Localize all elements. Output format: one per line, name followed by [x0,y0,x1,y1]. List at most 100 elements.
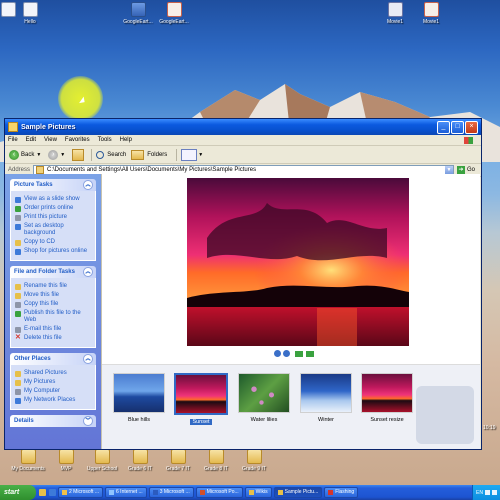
task-rename-file[interactable]: Rename this file [15,283,91,290]
task-copy-to-cd[interactable]: Copy to CD [15,239,91,246]
taskbar-item-wikis[interactable]: Wikis [244,487,272,498]
file-folder-tasks-header[interactable]: File and Folder Tasks ︽ [10,266,96,278]
thumbnail-sunset-resize[interactable]: Sunset resize [358,373,416,423]
network-places-icon [15,397,21,404]
collapse-chevron-icon[interactable]: ︽ [83,354,93,364]
printer-icon [15,214,21,221]
folder-icon [58,449,74,464]
move-icon [15,292,21,299]
picture-tasks-header[interactable]: Picture Tasks ︽ [10,179,96,191]
views-button[interactable]: ▼ [181,148,205,161]
close-button[interactable]: × [465,120,478,134]
search-button[interactable]: Search [96,150,126,159]
place-my-pictures[interactable]: My Pictures [15,379,91,386]
chevron-down-icon: ▼ [198,151,204,158]
maximize-button[interactable]: □ [451,120,464,134]
place-my-network-places[interactable]: My Network Places [15,397,91,404]
folder-icon [248,490,254,495]
chevron-down-icon: ▼ [60,151,66,158]
taskbar-item-microsoft[interactable]: 2 Microsoft ... [58,487,104,498]
folders-icon [131,149,145,160]
taskbar-item-powerpoint[interactable]: Microsoft Po... [195,487,243,498]
collapse-chevron-icon[interactable]: ︽ [83,180,93,190]
menu-edit[interactable]: Edit [26,137,36,143]
menu-view[interactable]: View [44,137,57,143]
my-documents-icon [20,449,36,464]
other-places-header[interactable]: Other Places ︽ [10,353,96,365]
taskbar-item-sample-pictures[interactable]: Sample Pictu... [273,487,323,498]
place-my-computer[interactable]: My Computer [15,388,91,395]
powerpoint-icon [199,490,205,495]
folder-icon [277,490,283,495]
task-email-file[interactable]: E-mail this file [15,326,91,333]
browser-icon [109,490,115,495]
explorer-window: Sample Pictures _ □ × File Edit View Fav… [4,118,482,450]
desktop-icon-grade-9-it[interactable]: Grade 9 IT [232,449,276,472]
taskbar-item-flashing[interactable]: Flashing [324,487,359,498]
sunset-preview-image[interactable] [187,178,409,346]
file-folder-tasks-panel: File and Folder Tasks ︽ Rename this file… [10,266,96,348]
up-folder-button[interactable] [72,148,85,161]
desktop-icon-movie1-pdf[interactable]: Movie1 [409,2,453,25]
app-icon [62,490,67,495]
thumbnail-image [238,373,290,413]
task-pane: Picture Tasks ︽ View as a slide show Ord… [5,174,101,449]
thumbnail-image [174,373,228,415]
back-button[interactable]: ‹ Back ▼ [9,149,43,160]
expand-chevron-icon[interactable]: ︾ [83,416,93,426]
thumbnail-strip: Blue hills Sunset Water lilies Winter Su… [102,364,480,449]
previous-image-button[interactable] [274,350,281,357]
movie-icon [387,2,403,17]
rotate-counterclockwise-icon[interactable] [306,350,314,357]
email-icon [15,326,21,333]
task-print-picture[interactable]: Print this picture [15,214,91,221]
task-order-prints[interactable]: Order prints online [15,205,91,212]
task-copy-file[interactable]: Copy this file [15,301,91,308]
task-shop-pictures[interactable]: Shop for pictures online [15,248,91,255]
task-delete-file[interactable]: ✕ Delete this file [15,334,91,342]
quick-launch-icon[interactable] [39,489,46,496]
task-publish-web[interactable]: Publish this file to the Web [15,310,91,324]
thumbnail-water-lilies[interactable]: Water lilies [235,373,293,423]
menu-favorites[interactable]: Favorites [65,137,90,143]
clock-edge-text: 10:19 [483,425,496,431]
publish-web-icon [15,310,21,317]
toolbar: ‹ Back ▼ › ▼ Search Folders ▼ [5,146,481,164]
task-set-background[interactable]: Set as desktop background [15,223,91,237]
thumbnail-image [300,373,352,413]
desktop-icon-google-earth-2[interactable]: GoogleEart... [152,2,196,25]
minimize-button[interactable]: _ [437,120,450,134]
thumbnail-winter[interactable]: Winter [297,373,355,423]
thumbnail-blue-hills[interactable]: Blue hills [110,373,168,423]
shop-online-icon [15,248,21,255]
thumbnail-sunset[interactable]: Sunset [172,373,230,425]
task-slide-show[interactable]: View as a slide show [15,196,91,203]
collapse-chevron-icon[interactable]: ︽ [83,267,93,277]
folders-button[interactable]: Folders [131,149,167,160]
quick-launch-icon[interactable] [49,489,56,496]
thumbnail-image [361,373,413,413]
tray-icon[interactable] [485,490,490,495]
tray-icon[interactable] [492,490,497,495]
movie-pdf-icon [423,2,439,17]
views-icon [181,148,198,161]
task-move-file[interactable]: Move this file [15,292,91,299]
title-bar[interactable]: Sample Pictures _ □ × [5,119,481,135]
next-image-button[interactable] [283,350,290,357]
language-indicator[interactable]: EN [476,490,483,496]
start-button[interactable]: start [0,485,36,500]
details-header[interactable]: Details ︾ [10,415,96,427]
taskbar-item-internet[interactable]: 6 Internet ... [105,487,147,498]
forward-button[interactable]: › ▼ [48,149,67,160]
menu-tools[interactable]: Tools [98,137,112,143]
rotate-clockwise-icon[interactable] [295,350,303,357]
go-button[interactable]: ➜ Go [456,166,475,174]
desktop-icon-hello[interactable]: Hello [8,2,52,25]
folder-icon [94,449,110,464]
place-shared-pictures[interactable]: Shared Pictures [15,370,91,377]
windows-flag-icon [464,136,473,144]
taskbar-item-microsoft-word[interactable]: 3 Microsoft ... [148,487,194,498]
menu-help[interactable]: Help [120,137,132,143]
menu-file[interactable]: File [8,137,18,143]
menu-bar: File Edit View Favorites Tools Help [5,135,481,146]
